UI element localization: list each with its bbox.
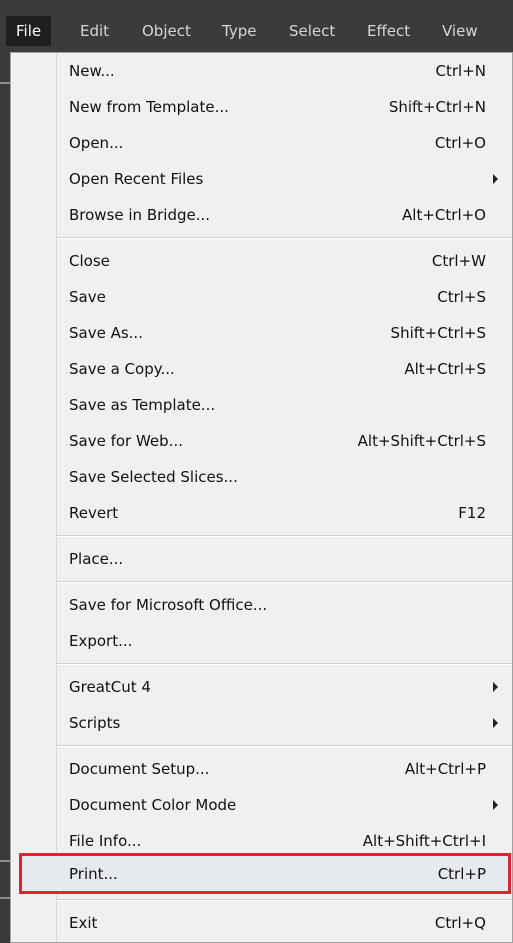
menu-item-shortcut: Alt+Shift+Ctrl+I: [362, 832, 486, 850]
menu-item-label: Export...: [69, 632, 133, 650]
menu-item-shortcut: Ctrl+S: [437, 288, 486, 306]
menu-separator: [56, 745, 512, 747]
menu-item-label: Scripts: [69, 714, 121, 732]
menu-item-label: Save a Copy...: [69, 360, 175, 378]
menu-separator: [56, 535, 512, 537]
menu-item-save-for-web[interactable]: Save for Web... Alt+Shift+Ctrl+S: [11, 423, 512, 459]
menu-item-close[interactable]: Close Ctrl+W: [11, 243, 512, 279]
submenu-arrow-icon: [493, 174, 498, 184]
menubar: File Edit Object Type Select Effect View: [0, 0, 513, 53]
menu-item-label: File Info...: [69, 832, 142, 850]
file-dropdown-menu: New... Ctrl+N New from Template... Shift…: [10, 52, 513, 943]
menu-item-label: Save As...: [69, 324, 143, 342]
menu-item-label: New from Template...: [69, 98, 229, 116]
submenu-arrow-icon: [493, 718, 498, 728]
menu-item-label: Exit: [69, 914, 98, 932]
menu-item-label: Document Color Mode: [69, 796, 237, 814]
menu-separator: [56, 899, 512, 901]
menu-item-label: GreatCut 4: [69, 678, 151, 696]
menu-item-label: Save Selected Slices...: [69, 468, 238, 486]
menu-item-save-selected-slices[interactable]: Save Selected Slices...: [11, 459, 512, 495]
menu-file[interactable]: File: [6, 16, 52, 46]
menu-separator: [56, 581, 512, 583]
menu-item-label: Save for Microsoft Office...: [69, 596, 268, 614]
menu-item-shortcut: Ctrl+P: [437, 865, 486, 883]
menu-item-new-from-template[interactable]: New from Template... Shift+Ctrl+N: [11, 89, 512, 125]
menu-select[interactable]: Select: [279, 16, 345, 46]
menu-item-document-setup[interactable]: Document Setup... Alt+Ctrl+P: [11, 751, 512, 787]
menu-separator: [56, 237, 512, 239]
menu-item-exit[interactable]: Exit Ctrl+Q: [11, 905, 512, 941]
menu-item-label: Open...: [69, 134, 124, 152]
workspace-edge: [0, 52, 10, 943]
menu-item-save-a-copy[interactable]: Save a Copy... Alt+Ctrl+S: [11, 351, 512, 387]
menu-object[interactable]: Object: [132, 16, 201, 46]
menu-item-open[interactable]: Open... Ctrl+O: [11, 125, 512, 161]
menu-item-shortcut: Ctrl+W: [431, 252, 486, 270]
menu-item-label: Save: [69, 288, 106, 306]
menu-item-save-as-template[interactable]: Save as Template...: [11, 387, 512, 423]
workspace-mark: [0, 897, 10, 899]
menu-item-label: Revert: [69, 504, 119, 522]
menu-item-shortcut: Ctrl+Q: [434, 914, 486, 932]
menu-item-label: Close: [69, 252, 110, 270]
menu-item-open-recent-files[interactable]: Open Recent Files: [11, 161, 512, 197]
menu-item-shortcut: Shift+Ctrl+S: [390, 324, 486, 342]
menu-item-label: Place...: [69, 550, 124, 568]
submenu-arrow-icon: [493, 682, 498, 692]
workspace-mark: [0, 82, 10, 84]
menu-item-save[interactable]: Save Ctrl+S: [11, 279, 512, 315]
menu-effect[interactable]: Effect: [357, 16, 420, 46]
submenu-arrow-icon: [493, 800, 498, 810]
menu-item-label: Document Setup...: [69, 760, 210, 778]
menu-item-label: Print...: [69, 865, 118, 883]
menu-item-print[interactable]: Print... Ctrl+P: [11, 856, 512, 892]
menu-item-shortcut: Ctrl+O: [434, 134, 486, 152]
menu-view[interactable]: View: [432, 16, 488, 46]
menu-type[interactable]: Type: [212, 16, 266, 46]
menu-item-shortcut: Alt+Ctrl+S: [404, 360, 486, 378]
menu-item-document-color-mode[interactable]: Document Color Mode: [11, 787, 512, 823]
menu-item-label: New...: [69, 62, 115, 80]
menu-item-label: Save as Template...: [69, 396, 216, 414]
menu-item-label: Browse in Bridge...: [69, 206, 211, 224]
menu-item-browse-in-bridge[interactable]: Browse in Bridge... Alt+Ctrl+O: [11, 197, 512, 233]
menu-item-scripts[interactable]: Scripts: [11, 705, 512, 741]
menu-item-shortcut: Alt+Ctrl+O: [402, 206, 486, 224]
menu-item-save-for-microsoft-office[interactable]: Save for Microsoft Office...: [11, 587, 512, 623]
menu-item-shortcut: Alt+Shift+Ctrl+S: [357, 432, 486, 450]
menu-item-shortcut: F12: [458, 504, 486, 522]
menu-item-new[interactable]: New... Ctrl+N: [11, 53, 512, 89]
menu-item-shortcut: Shift+Ctrl+N: [388, 98, 486, 116]
menu-item-revert[interactable]: Revert F12: [11, 495, 512, 531]
menu-item-shortcut: Ctrl+N: [435, 62, 486, 80]
menu-item-shortcut: Alt+Ctrl+P: [404, 760, 486, 778]
menu-item-save-as[interactable]: Save As... Shift+Ctrl+S: [11, 315, 512, 351]
menu-separator: [56, 663, 512, 665]
workspace-mark: [0, 860, 10, 862]
menu-item-export[interactable]: Export...: [11, 623, 512, 659]
menu-item-label: Save for Web...: [69, 432, 183, 450]
menu-item-label: Open Recent Files: [69, 170, 204, 188]
menu-item-greatcut-4[interactable]: GreatCut 4: [11, 669, 512, 705]
menu-edit[interactable]: Edit: [70, 16, 119, 46]
menu-item-place[interactable]: Place...: [11, 541, 512, 577]
